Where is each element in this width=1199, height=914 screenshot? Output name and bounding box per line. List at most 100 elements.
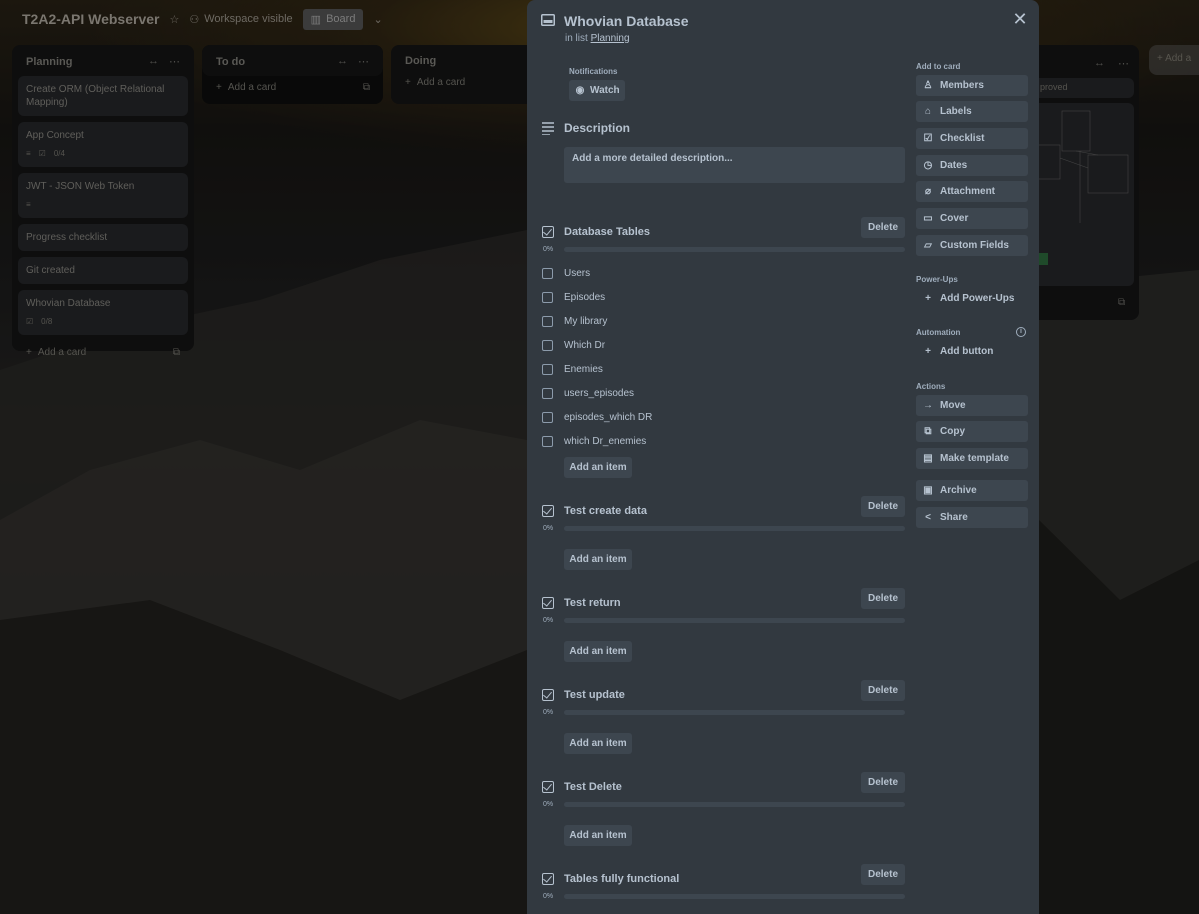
template-icon[interactable]: ⧉ <box>363 82 370 93</box>
item-checkbox[interactable] <box>542 268 553 279</box>
list-card[interactable]: Create ORM (Object Relational Mapping) <box>18 76 188 116</box>
button-label: Share <box>940 512 968 523</box>
list-card[interactable]: Progress checklist <box>18 224 188 251</box>
delete-checklist-button[interactable]: Delete <box>861 496 905 517</box>
item-text[interactable]: Episodes <box>564 292 605 303</box>
archive-button[interactable]: ▣ Archive <box>916 480 1028 501</box>
list-title[interactable]: Planning <box>26 56 72 68</box>
labels-button[interactable]: ⌂ Labels <box>916 101 1028 122</box>
add-item-button[interactable]: Add an item <box>564 457 632 478</box>
item-checkbox[interactable] <box>542 316 553 327</box>
cover-button[interactable]: ▭ Cover <box>916 208 1028 229</box>
custom-fields-button[interactable]: ▱ Custom Fields <box>916 235 1028 256</box>
checklist-title[interactable]: Tables fully functional <box>564 873 679 885</box>
visibility-button[interactable]: ⚇ Workspace visible <box>189 13 292 26</box>
delete-checklist-button[interactable]: Delete <box>861 217 905 238</box>
add-card-label: Add a card <box>416 77 466 88</box>
checklist-title[interactable]: Test return <box>564 597 621 609</box>
attachment-button[interactable]: ⌀ Attachment <box>916 181 1028 202</box>
more-icon[interactable]: ⋯ <box>169 55 180 68</box>
checklist-title[interactable]: Database Tables <box>564 226 650 238</box>
add-powerups-button[interactable]: + Add Power-Ups <box>916 288 1028 309</box>
checklist-button[interactable]: ☑ Checklist <box>916 128 1028 149</box>
checklist-item[interactable]: Users <box>527 265 907 285</box>
make-template-button[interactable]: ▤ Make template <box>916 448 1028 469</box>
delete-checklist-button[interactable]: Delete <box>861 772 905 793</box>
members-button[interactable]: ♙ Members <box>916 75 1028 96</box>
add-item-button[interactable]: Add an item <box>564 733 632 754</box>
item-text[interactable]: episodes_which DR <box>564 412 652 423</box>
delete-checklist-button[interactable]: Delete <box>861 680 905 701</box>
add-item-button[interactable]: Add an item <box>564 641 632 662</box>
collapse-icon[interactable]: ↔ <box>337 55 348 68</box>
item-checkbox[interactable] <box>542 436 553 447</box>
button-label: Attachment <box>940 186 996 197</box>
dates-button[interactable]: ◷ Dates <box>916 155 1028 176</box>
item-text[interactable]: users_episodes <box>564 388 634 399</box>
delete-checklist-button[interactable]: Delete <box>861 588 905 609</box>
board-icon: ▥ <box>310 13 322 26</box>
delete-checklist-button[interactable]: Delete <box>861 864 905 885</box>
star-icon[interactable]: ☆ <box>169 13 179 26</box>
checklist-item[interactable]: episodes_which DR <box>527 409 907 429</box>
add-another-list-button[interactable]: + Add a <box>1149 45 1199 75</box>
people-icon: ⚇ <box>189 13 200 26</box>
close-icon[interactable]: ✕ <box>1011 10 1029 28</box>
add-item-button[interactable]: Add an item <box>564 549 632 570</box>
template-icon[interactable]: ⧉ <box>1118 297 1125 308</box>
list-title[interactable]: Doing <box>405 55 436 67</box>
template-icon[interactable]: ⧉ <box>173 347 180 358</box>
item-checkbox[interactable] <box>542 340 553 351</box>
list-card[interactable]: JWT - JSON Web Token ≡ <box>18 173 188 218</box>
add-card-button[interactable]: + Add a card ⧉ <box>208 76 378 93</box>
watch-button[interactable]: ◉ Watch <box>569 80 625 101</box>
item-checkbox[interactable] <box>542 388 553 399</box>
list-card[interactable]: App Concept ≡ ☑ 0/4 <box>18 122 188 167</box>
button-label: Add button <box>940 346 994 357</box>
add-card-button[interactable]: + Add a card <box>397 75 525 88</box>
checklist-item[interactable]: which Dr_enemies <box>527 433 907 453</box>
checklist-title[interactable]: Test create data <box>564 505 647 517</box>
checklist-item[interactable]: Which Dr <box>527 337 907 357</box>
chevron-down-icon[interactable]: ⌄ <box>373 13 382 26</box>
item-checkbox[interactable] <box>542 412 553 423</box>
checklist-item[interactable]: users_episodes <box>527 385 907 405</box>
list-card-image[interactable] <box>1037 103 1134 286</box>
item-text[interactable]: which Dr_enemies <box>564 436 646 447</box>
item-text[interactable]: Which Dr <box>564 340 605 351</box>
checklist-icon <box>542 505 554 517</box>
checklist-title[interactable]: Test Delete <box>564 781 622 793</box>
list-title[interactable]: To do <box>216 56 245 68</box>
list-card[interactable]: Whovian Database ☑ 0/8 <box>18 290 188 335</box>
list-link[interactable]: Planning <box>591 33 630 44</box>
checklist-title[interactable]: Test update <box>564 689 625 701</box>
item-checkbox[interactable] <box>542 364 553 375</box>
card-title[interactable]: Whovian Database <box>564 13 688 29</box>
item-text[interactable]: My library <box>564 316 607 327</box>
copy-icon: ⧉ <box>924 425 932 437</box>
item-checkbox[interactable] <box>542 292 553 303</box>
card-title: App Concept <box>26 130 84 141</box>
checklist-item[interactable]: Episodes <box>527 289 907 309</box>
more-icon[interactable]: ⋯ <box>1118 57 1129 70</box>
add-card-button[interactable]: + Add a card ⧉ <box>18 341 188 358</box>
list-card[interactable]: Git created <box>18 257 188 284</box>
move-button[interactable]: → Move <box>916 395 1028 416</box>
copy-button[interactable]: ⧉ Copy <box>916 421 1028 442</box>
add-button-button[interactable]: + Add button <box>916 341 1028 362</box>
board-title[interactable]: T2A2-API Webserver <box>22 11 159 27</box>
checklist-item[interactable]: My library <box>527 313 907 333</box>
item-text[interactable]: Users <box>564 268 590 279</box>
more-icon[interactable]: ⋯ <box>358 55 369 68</box>
share-button[interactable]: < Share <box>916 507 1028 528</box>
checklist-item[interactable]: Enemies <box>527 361 907 381</box>
checklist-icon <box>542 226 554 238</box>
board-view-button[interactable]: ▥ Board <box>302 8 364 30</box>
info-icon[interactable]: i <box>1016 327 1026 337</box>
add-item-button[interactable]: Add an item <box>564 825 632 846</box>
description-input[interactable]: Add a more detailed description... <box>564 147 905 183</box>
item-text[interactable]: Enemies <box>564 364 603 375</box>
list-card[interactable]: proved <box>1038 78 1134 98</box>
collapse-icon[interactable]: ↔ <box>148 55 159 68</box>
collapse-icon[interactable]: ↔ <box>1094 57 1105 69</box>
